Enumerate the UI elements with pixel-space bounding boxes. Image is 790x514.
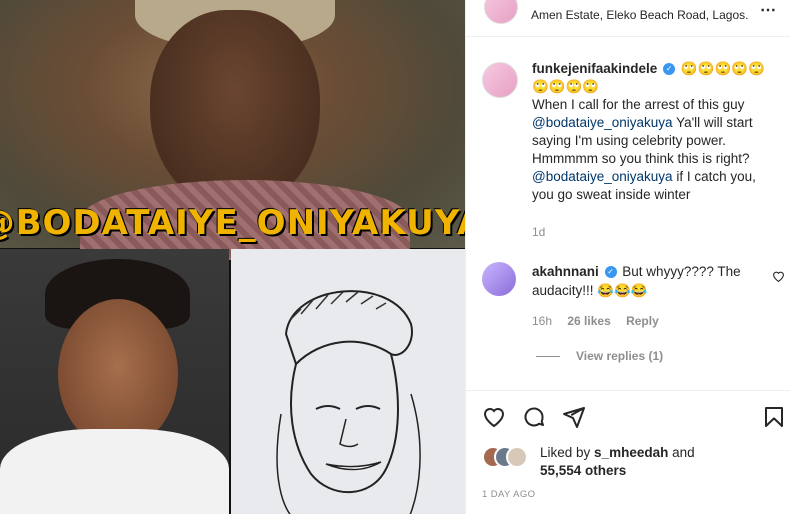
action-bar	[466, 390, 790, 441]
man-photo: @BODATAIYE_ONIYAKUYA	[0, 0, 465, 260]
post-media[interactable]: @BODATAIYE_ONIYAKUYA	[0, 0, 465, 514]
caption-time[interactable]: 1d	[532, 225, 545, 239]
likes-middle: and	[668, 445, 695, 460]
post-date[interactable]: 1 DAY AGO	[482, 489, 535, 500]
commenter-username[interactable]: akahnnani	[532, 264, 599, 279]
more-icon[interactable]: ⋯	[760, 0, 777, 20]
comment-emojis: 😂😂😂	[597, 283, 648, 298]
author-avatar[interactable]	[484, 0, 518, 24]
post-header: Amen Estate, Eleko Beach Road, Lagos. ⋯	[466, 0, 790, 37]
mention-link[interactable]: @bodataiye_oniyakuya	[532, 169, 673, 184]
verified-icon: ✓	[604, 266, 617, 279]
comment-text: akahnnani ✓ But whyyy???? The audacity!!…	[532, 262, 762, 300]
author-username[interactable]: funkejenifaakindele	[532, 61, 657, 76]
comment-time[interactable]: 16h	[532, 314, 552, 328]
caption-text-1: When I call for the arrest of this guy	[532, 97, 745, 112]
share-icon[interactable]	[562, 405, 586, 429]
head-shape	[58, 299, 178, 449]
heart-icon[interactable]	[482, 405, 506, 429]
likes-count[interactable]: 55,554 others	[540, 463, 626, 478]
verified-icon: ✓	[663, 63, 676, 76]
view-replies-button[interactable]: View replies (1)	[536, 349, 663, 363]
comment-likes[interactable]: 26 likes	[567, 314, 610, 328]
commenter-avatar[interactable]	[482, 262, 516, 296]
liker-avatar[interactable]	[506, 446, 528, 468]
caption-text: funkejenifaakindele ✓ 🙄🙄🙄🙄🙄🙄🙄🙄🙄 When I c…	[532, 60, 777, 204]
woman-photo	[0, 249, 229, 514]
post-location[interactable]: Amen Estate, Eleko Beach Road, Lagos.	[531, 8, 748, 22]
media-caption-overlay: @BODATAIYE_ONIYAKUYA	[0, 203, 465, 243]
save-icon[interactable]	[762, 405, 786, 429]
liker-username[interactable]: s_mheedah	[594, 445, 668, 460]
sketch-photo	[231, 249, 465, 514]
pencil-sketch	[276, 290, 421, 514]
white-shirt-shape	[0, 429, 229, 514]
mention-link[interactable]: @bodataiye_oniyakuya	[532, 115, 673, 130]
view-replies-label: View replies (1)	[576, 349, 664, 363]
author-avatar[interactable]	[482, 62, 518, 98]
likes-text: Liked by s_mheedah and 55,554 others	[540, 444, 780, 480]
comment-meta: 16h 26 likes Reply	[532, 314, 671, 328]
reply-button[interactable]: Reply	[626, 314, 659, 328]
likes-prefix: Liked by	[540, 445, 595, 460]
comment-icon[interactable]	[522, 405, 546, 429]
post-side-panel: Amen Estate, Eleko Beach Road, Lagos. ⋯ …	[465, 0, 790, 514]
heart-icon[interactable]	[772, 270, 785, 282]
divider-line	[536, 356, 560, 358]
